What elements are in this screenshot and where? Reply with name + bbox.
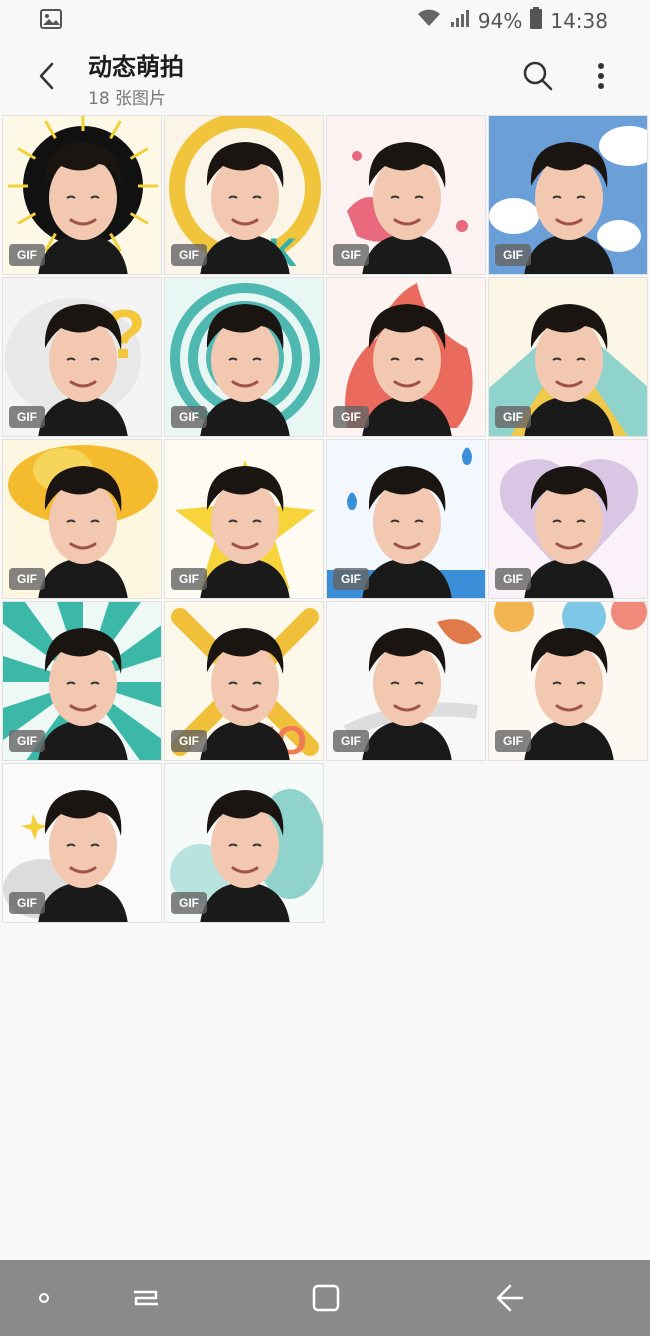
- back-button[interactable]: [30, 58, 66, 94]
- wifi-icon: [416, 8, 442, 33]
- sticker-thumbnail[interactable]: GIF: [488, 601, 648, 761]
- gallery-notification-icon: [40, 9, 62, 33]
- app-bar: 动态萌拍 18 张图片: [0, 38, 650, 114]
- sticker-thumbnail[interactable]: GIF: [2, 439, 162, 599]
- sticker-thumbnail[interactable]: GIF: [488, 115, 648, 275]
- sticker-thumbnail[interactable]: GIF: [488, 277, 648, 437]
- back-arrow-icon: [496, 1284, 524, 1312]
- gif-badge: GIF: [171, 406, 207, 428]
- gif-badge: GIF: [495, 568, 531, 590]
- battery-icon: [530, 7, 543, 34]
- gif-badge: GIF: [495, 244, 531, 266]
- sticker-thumbnail[interactable]: GIF: [164, 277, 324, 437]
- gif-badge: GIF: [171, 244, 207, 266]
- gif-badge: GIF: [333, 244, 369, 266]
- clock: 14:38: [550, 8, 608, 33]
- status-bar: 94% 14:38: [0, 0, 650, 38]
- gif-badge: GIF: [333, 730, 369, 752]
- gif-badge: GIF: [333, 568, 369, 590]
- system-navigation-bar: [0, 1260, 650, 1336]
- search-icon: [523, 61, 553, 91]
- gif-badge: GIF: [9, 406, 45, 428]
- recents-button[interactable]: [24, 1278, 64, 1318]
- sticker-thumbnail[interactable]: GIF: [326, 115, 486, 275]
- gif-badge: GIF: [171, 892, 207, 914]
- gif-badge: GIF: [333, 406, 369, 428]
- sticker-thumbnail[interactable]: GIF: [164, 763, 324, 923]
- gif-badge: GIF: [171, 730, 207, 752]
- gif-badge: GIF: [9, 730, 45, 752]
- home-button[interactable]: [306, 1278, 346, 1318]
- sticker-thumbnail[interactable]: GIF: [488, 439, 648, 599]
- signal-icon: [450, 8, 470, 33]
- recent-apps-button[interactable]: [126, 1278, 166, 1318]
- sticker-thumbnail[interactable]: ? GIF: [2, 277, 162, 437]
- chevron-left-icon: [39, 62, 54, 90]
- gif-badge: GIF: [171, 568, 207, 590]
- gif-badge: GIF: [9, 568, 45, 590]
- sticker-thumbnail[interactable]: GIF: [326, 439, 486, 599]
- more-vertical-icon: [598, 63, 604, 89]
- sticker-thumbnail[interactable]: GIF: [326, 277, 486, 437]
- sticker-thumbnail[interactable]: NO GIF: [164, 601, 324, 761]
- page-title: 动态萌拍: [88, 53, 184, 81]
- image-count: 18 张图片: [88, 89, 167, 109]
- gif-badge: GIF: [9, 892, 45, 914]
- sticker-thumbnail[interactable]: OK GIF: [164, 115, 324, 275]
- sticker-thumbnail[interactable]: GIF: [164, 439, 324, 599]
- gif-badge: GIF: [9, 244, 45, 266]
- home-icon: [312, 1284, 340, 1312]
- sticker-grid: GIF OK GIF GIF GIF ?: [2, 115, 650, 923]
- sticker-thumbnail[interactable]: GIF: [2, 115, 162, 275]
- nav-back-button[interactable]: [490, 1278, 530, 1318]
- recent-apps-icon: [134, 1290, 158, 1306]
- battery-percent: 94%: [477, 8, 523, 33]
- sticker-thumbnail[interactable]: GIF: [326, 601, 486, 761]
- dot-icon: [39, 1293, 49, 1303]
- sticker-thumbnail[interactable]: GIF: [2, 763, 162, 923]
- more-options-button[interactable]: [586, 58, 616, 94]
- gif-badge: GIF: [495, 406, 531, 428]
- search-button[interactable]: [520, 58, 556, 94]
- sticker-thumbnail[interactable]: GIF: [2, 601, 162, 761]
- gif-badge: GIF: [495, 730, 531, 752]
